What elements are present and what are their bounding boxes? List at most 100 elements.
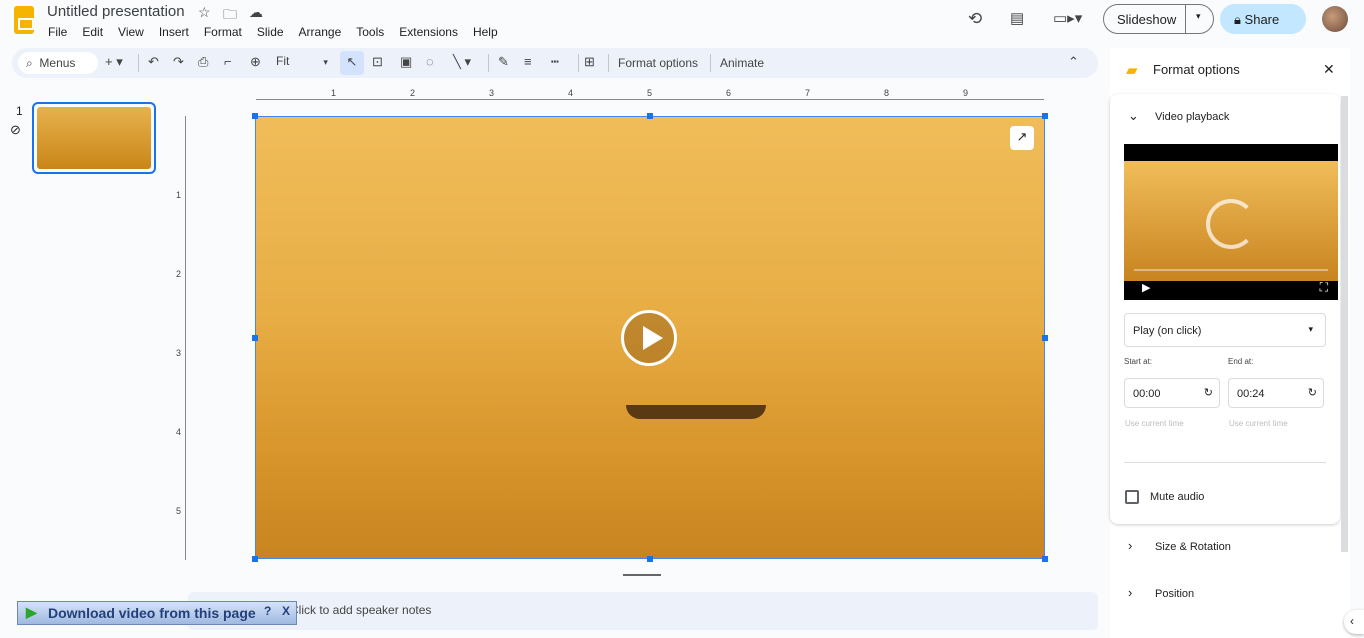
new-slide-icon[interactable]: + ▾ [105,54,123,70]
menu-insert[interactable]: Insert [159,25,189,39]
divider [1185,5,1186,33]
panel-scrollbar[interactable] [1341,96,1348,552]
close-extension-button[interactable]: X [282,604,290,618]
chevron-right-icon[interactable]: › [1128,585,1132,600]
resize-handle[interactable] [1042,556,1048,562]
play-icon[interactable]: ▶ [1142,281,1150,294]
ruler-label: 5 [647,88,653,98]
download-video-button[interactable]: ▶ Download video from this page ? X [17,601,297,625]
border-weight-icon[interactable]: ≡ [524,54,532,69]
size-rotation-header[interactable]: Size & Rotation [1155,541,1231,553]
progress-bar[interactable] [1134,269,1328,271]
open-external-icon[interactable]: ↗ [1010,126,1034,150]
paint-format-icon[interactable]: ⌐ [224,54,232,69]
video-element[interactable]: ↗ [252,113,1048,562]
resize-handle[interactable] [647,556,653,562]
resize-handle[interactable] [1042,335,1048,341]
text-box-icon[interactable]: ⊡ [372,54,383,70]
chevron-down-icon: ▾ [1308,324,1313,334]
resize-handle[interactable] [1042,113,1048,119]
select-icon[interactable]: ↖ [340,51,364,75]
linked-video-icon: ⊘ [10,122,21,137]
reset-icon[interactable]: ↻ [1204,386,1213,399]
share-button[interactable]: 🔒︎ Share [1220,4,1306,34]
ruler-label: 6 [726,88,732,98]
zoom-icon[interactable]: ⊕ [250,54,261,70]
speaker-notes[interactable]: Click to add speaker notes [188,592,1098,630]
line-icon[interactable]: ╲ ▾ [453,54,471,70]
vertical-ruler[interactable]: 1 2 3 4 5 [176,116,186,560]
end-value: 00:24 [1237,388,1265,400]
video-playback-header[interactable]: Video playback [1155,111,1229,123]
collapse-toolbar-icon[interactable]: ⌃ [1068,54,1079,70]
menu-tools[interactable]: Tools [356,25,384,39]
loading-spinner [1206,199,1256,249]
reset-icon[interactable]: ↻ [1308,386,1317,399]
menu-bar: File Edit View Insert Format Slide Arrange Tool… [48,25,498,39]
resize-handle[interactable] [252,113,258,119]
ruler-label: 4 [568,88,574,98]
panel-title: Format options [1153,62,1240,77]
position-header[interactable]: Position [1155,588,1194,600]
meet-icon[interactable]: ▭▸▾ [1053,9,1082,27]
undo-icon[interactable]: ↶ [148,54,159,70]
start-time-input[interactable]: 00:00 ↻ [1124,378,1220,408]
play-button[interactable] [621,310,677,366]
ruler-label: 9 [963,88,969,98]
use-current-time-start[interactable]: Use current time [1125,419,1184,428]
slide-thumbnail[interactable] [32,102,156,174]
print-icon[interactable]: ⎙ [198,54,208,70]
image-icon[interactable]: ▣ [400,54,412,70]
add-comment-icon[interactable]: ⊞ [584,54,595,70]
resize-handle[interactable] [252,335,258,341]
slideshow-button[interactable]: Slideshow ▾ [1103,4,1214,34]
menu-help[interactable]: Help [473,25,498,39]
avatar[interactable] [1322,6,1348,32]
horizontal-ruler[interactable]: 1 2 3 4 5 6 7 8 9 [256,88,1044,100]
border-dash-icon[interactable]: ┅ [551,54,559,70]
mute-audio-checkbox[interactable] [1125,490,1139,504]
use-current-time-end[interactable]: Use current time [1229,419,1288,428]
menu-arrange[interactable]: Arrange [299,25,342,39]
play-mode-value: Play (on click) [1133,325,1202,337]
comments-icon[interactable]: ▤ [1010,9,1024,27]
document-title[interactable]: Untitled presentation [47,3,185,20]
end-time-input[interactable]: 00:24 ↻ [1228,378,1324,408]
animate-button[interactable]: Animate [720,56,764,70]
resize-handle[interactable] [252,556,258,562]
menu-slide[interactable]: Slide [257,25,284,39]
download-label: Download video from this page [48,605,256,621]
cloud-saved-icon[interactable]: ☁ [249,4,263,21]
notes-resize-handle[interactable] [623,574,661,576]
zoom-select[interactable]: Fit ▾ [276,54,328,68]
menu-edit[interactable]: Edit [82,25,103,39]
chevron-down-icon[interactable]: ⌄ [1128,108,1139,124]
shape-icon[interactable]: ◌ [426,54,434,69]
star-icon[interactable]: ☆ [198,4,211,21]
slideshow-dropdown-icon[interactable]: ▾ [1196,11,1201,22]
format-options-panel: ▰ Format options ✕ ⌄ Video playback ▶ ⛶ … [1110,48,1350,638]
mute-audio-label: Mute audio [1150,491,1205,503]
fullscreen-icon[interactable]: ⛶ [1320,280,1328,295]
video-preview[interactable]: ▶ ⛶ [1124,144,1338,300]
menu-format[interactable]: Format [204,25,242,39]
help-button[interactable]: ? [264,604,271,618]
menu-extensions[interactable]: Extensions [399,25,458,39]
divider [1124,462,1326,463]
border-color-icon[interactable]: ✎ [498,54,509,70]
chevron-right-icon[interactable]: › [1128,538,1132,553]
ruler-label: 1 [176,190,182,200]
resize-handle[interactable] [647,113,653,119]
redo-icon[interactable]: ↷ [173,54,184,70]
side-panel-toggle-icon[interactable]: ‹ [1344,610,1364,634]
version-history-icon[interactable]: ⟲ [968,9,982,29]
format-options-button[interactable]: Format options [618,56,698,70]
menu-view[interactable]: View [118,25,144,39]
slides-logo[interactable] [14,6,34,34]
close-icon[interactable]: ✕ [1323,61,1335,78]
play-mode-select[interactable]: Play (on click) ▾ [1124,313,1326,347]
menu-file[interactable]: File [48,25,67,39]
search-menus[interactable]: ⌕ Menus [18,52,98,74]
search-label: Menus [39,56,76,70]
start-value: 00:00 [1133,388,1161,400]
